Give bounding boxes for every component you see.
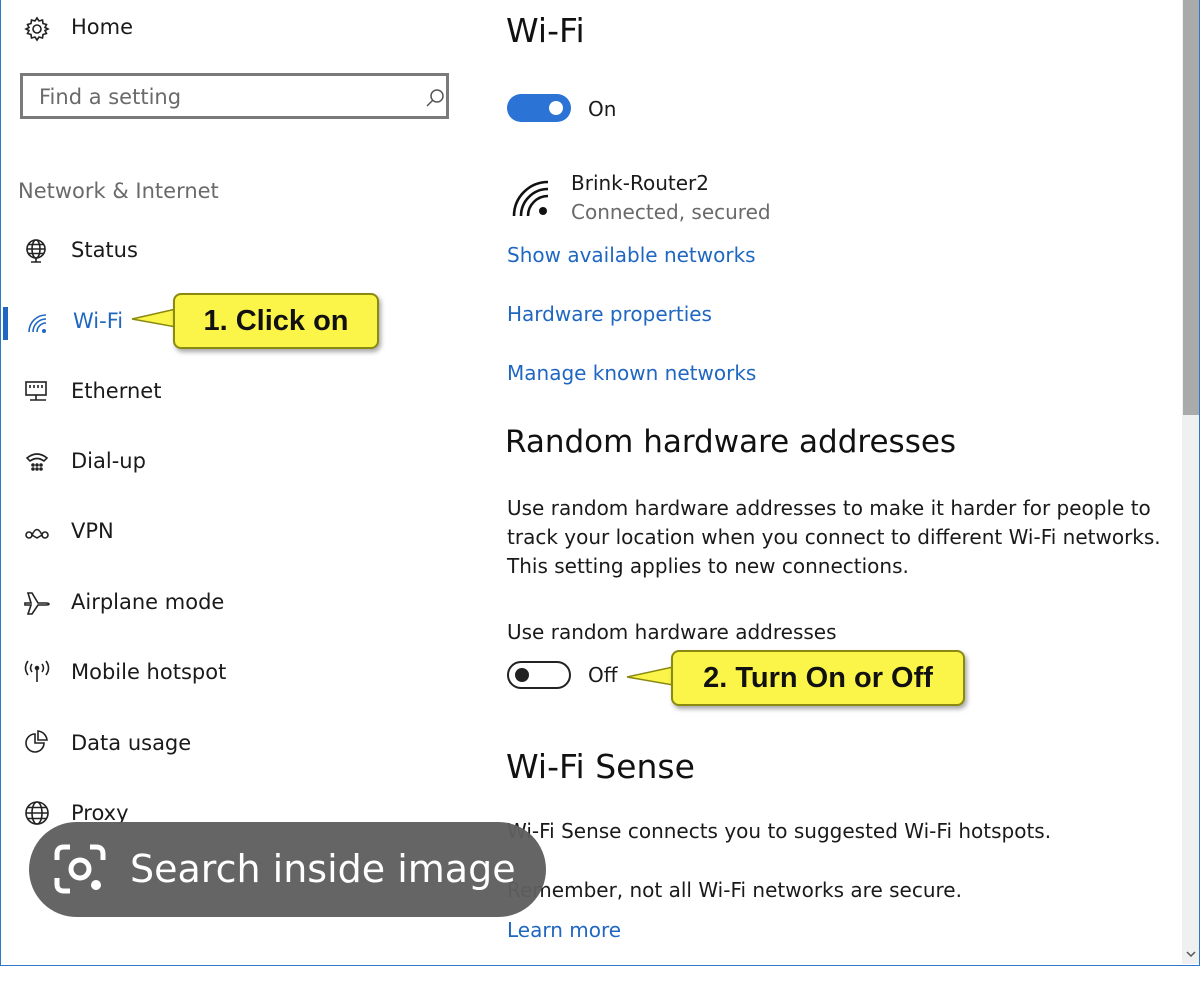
network-status: Connected, secured [571,200,771,224]
vpn-icon [24,524,50,542]
sidebar-item-label: Status [71,238,138,262]
learn-more-link[interactable]: Learn more [507,918,621,942]
section-heading: Network & Internet [18,179,219,203]
sidebar-item-label: Ethernet [71,379,162,403]
sidebar-item-status[interactable]: Status [1,226,471,282]
sidebar-item-dialup[interactable]: Dial-up [1,437,471,493]
wifi-icon [26,312,50,334]
sidebar-item-data-usage[interactable]: Data usage [1,719,471,775]
sidebar-item-vpn[interactable]: VPN [1,507,471,563]
manage-known-networks-link[interactable]: Manage known networks [507,361,756,385]
ethernet-icon [24,380,50,402]
sidebar-item-label: Airplane mode [71,590,225,614]
random-addresses-toggle[interactable] [507,661,571,689]
random-addresses-description: Use random hardware addresses to make it… [507,496,1161,578]
settings-window: Home Find a setting Network & Internet S… [0,0,1200,966]
toggle-knob [515,668,529,682]
scrollbar-thumb[interactable] [1183,0,1199,415]
show-available-networks-link[interactable]: Show available networks [507,243,756,267]
sidebar-item-mobile-hotspot[interactable]: Mobile hotspot [1,648,471,704]
callout-pointer [625,664,675,688]
search-placeholder: Find a setting [39,85,182,109]
search-input[interactable]: Find a setting [20,73,449,119]
globe-icon [24,800,50,826]
random-addresses-toggle-label: Use random hardware addresses [507,620,837,644]
lens-camera-icon [54,844,106,894]
sidebar-item-ethernet[interactable]: Ethernet [1,367,471,423]
hotspot-icon [23,660,51,684]
pie-chart-icon [24,730,50,756]
callout-step-2: 2. Turn On or Off [671,650,965,706]
random-addresses-toggle-state: Off [588,663,618,687]
toggle-knob [549,101,563,115]
scroll-down-arrow-icon[interactable] [1184,948,1198,960]
sidebar-item-label: Wi-Fi [73,309,124,333]
sidebar-item-label: Data usage [71,731,192,755]
search-icon[interactable] [425,88,445,108]
globe-monitor-icon [24,238,50,264]
network-name[interactable]: Brink-Router2 [571,171,709,195]
search-inside-image-button[interactable]: Search inside image [29,822,546,917]
home-link[interactable]: Home [71,15,133,39]
dialup-icon [25,451,49,473]
hardware-properties-link[interactable]: Hardware properties [507,302,712,326]
sidebar-item-label: Dial-up [71,449,146,473]
wifi-toggle[interactable] [507,94,571,122]
sidebar-item-label: VPN [71,519,114,543]
wifi-sense-description: Wi-Fi Sense connects you to suggested Wi… [507,819,1052,843]
page-title: Wi-Fi [506,11,585,50]
airplane-icon [23,590,51,616]
callout-step-1: 1. Click on [173,293,379,349]
wifi-toggle-state: On [588,97,617,121]
wifi-signal-icon [510,177,554,219]
random-addresses-heading: Random hardware addresses [505,424,957,460]
wifi-sense-warning: Remember, not all Wi-Fi networks are sec… [507,878,962,902]
active-indicator [3,307,8,340]
wifi-sense-heading: Wi-Fi Sense [506,747,695,786]
sidebar-item-label: Mobile hotspot [71,660,227,684]
sidebar-item-airplane-mode[interactable]: Airplane mode [1,578,471,634]
gear-icon[interactable] [24,16,50,42]
search-inside-image-label: Search inside image [130,847,516,891]
callout-pointer [130,306,178,330]
